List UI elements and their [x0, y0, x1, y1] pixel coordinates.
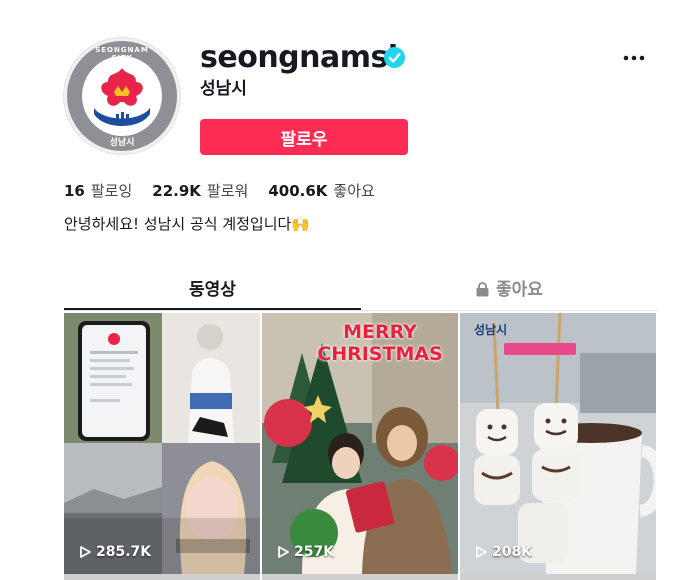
view-count: 285.7K	[78, 544, 151, 560]
view-count-value: 285.7K	[96, 544, 152, 560]
play-icon	[476, 546, 487, 558]
nickname: 성남시	[200, 79, 247, 99]
bio: 안녕하세요! 성남시 공식 계정입니다🙌	[64, 215, 310, 233]
overlay-line-2: CHRISTMAS	[317, 343, 443, 365]
username: seongnamsi	[200, 40, 398, 75]
likes-count: 400.6K	[268, 182, 328, 200]
tab-divider	[64, 310, 658, 311]
view-count: 257K	[276, 544, 334, 560]
video-card[interactable]: 285.7K	[64, 313, 260, 574]
following-label: 팔로잉	[90, 182, 133, 200]
avatar[interactable]: SEONGNAM CITY 성남시	[64, 38, 180, 154]
play-icon	[278, 546, 289, 558]
play-icon	[80, 546, 91, 558]
view-count: 208K	[474, 544, 532, 560]
followers-label: 팔로워	[206, 182, 249, 200]
stat-likes: 400.6K 좋아요	[268, 180, 374, 202]
stat-following[interactable]: 16 팔로잉	[64, 180, 132, 202]
likes-label: 좋아요	[333, 182, 375, 200]
video-card[interactable]: MERRY CHRISTMAS 257K	[262, 313, 458, 574]
stat-followers[interactable]: 22.9K 팔로워	[152, 180, 248, 202]
profile-stats: 16 팔로잉 22.9K 팔로워 400.6K 좋아요	[64, 180, 375, 202]
verified-badge-icon	[384, 47, 405, 68]
tab-liked[interactable]: 좋아요	[361, 278, 658, 310]
following-count: 16	[64, 182, 85, 200]
ellipsis-icon[interactable]	[620, 46, 648, 70]
video-overlay-title: MERRY CHRISTMAS	[302, 321, 458, 365]
video-thumbnail	[64, 313, 260, 574]
video-thumbnail	[460, 313, 656, 574]
lock-icon	[476, 282, 489, 297]
overlay-line-1: MERRY	[343, 321, 417, 343]
avatar-text-top: SEONGNAM CITY	[95, 46, 149, 62]
followers-count: 22.9K	[152, 182, 201, 200]
view-count-value: 208K	[492, 544, 533, 560]
video-card-next-row[interactable]	[262, 574, 458, 580]
avatar-text-bottom: 성남시	[109, 138, 135, 148]
tab-videos[interactable]: 동영상	[64, 278, 361, 310]
tab-videos-label: 동영상	[189, 280, 236, 300]
tab-active-underline	[64, 308, 361, 310]
video-overlay-badge: 성남시	[474, 323, 508, 337]
video-card-next-row[interactable]	[64, 574, 260, 580]
video-card[interactable]: 성남시 208K	[460, 313, 656, 574]
view-count-value: 257K	[294, 544, 335, 560]
video-card-next-row[interactable]	[460, 574, 656, 580]
follow-button[interactable]: 팔로우	[200, 119, 408, 155]
tab-liked-label: 좋아요	[496, 280, 543, 300]
